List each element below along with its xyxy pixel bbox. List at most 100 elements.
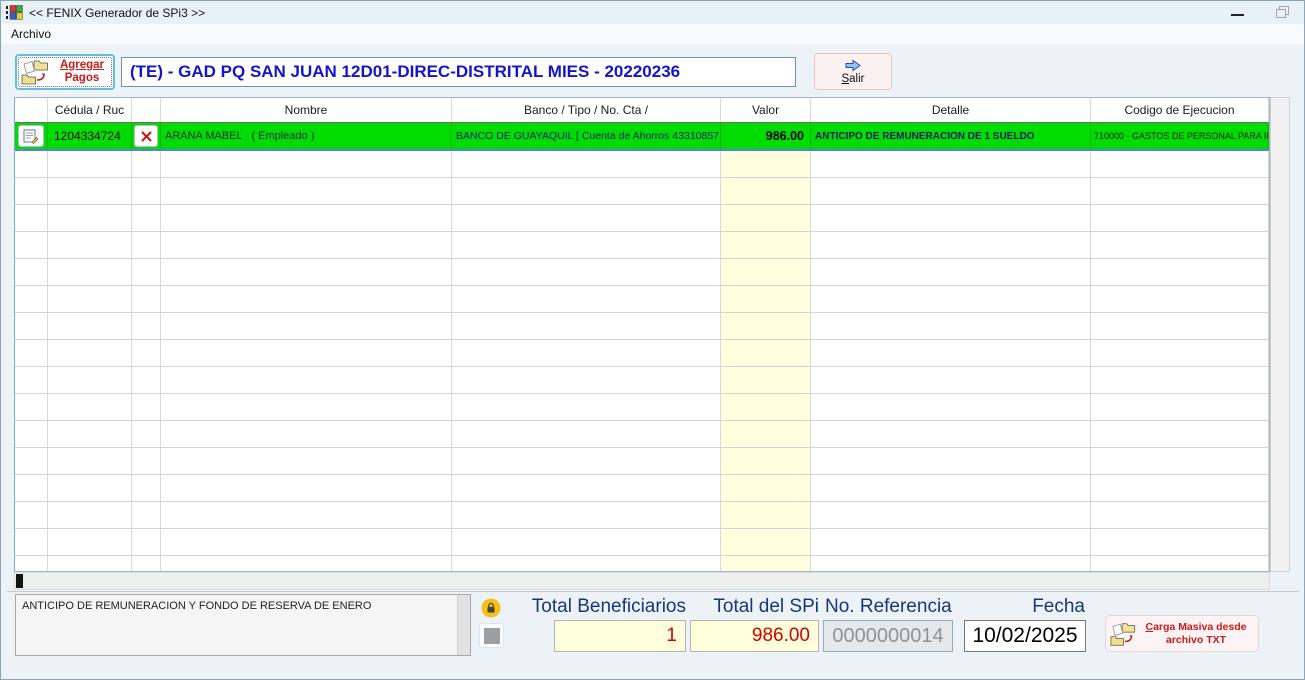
empty-cell xyxy=(15,205,48,231)
empty-cell xyxy=(48,151,132,177)
empty-cell xyxy=(132,394,161,420)
table-row-empty[interactable] xyxy=(15,421,1269,448)
horizontal-scrollbar-thumb[interactable] xyxy=(16,574,23,588)
restore-button[interactable] xyxy=(1272,4,1298,22)
salir-button[interactable]: Salir xyxy=(814,53,892,90)
empty-cell xyxy=(1091,556,1269,571)
table-row-empty[interactable] xyxy=(15,502,1269,529)
table-row-empty[interactable] xyxy=(15,313,1269,340)
table-row-empty[interactable] xyxy=(15,394,1269,421)
entity-field[interactable]: (TE) - GAD PQ SAN JUAN 12D01-DIREC-DISTR… xyxy=(121,57,796,87)
empty-cell xyxy=(1091,421,1269,447)
empty-cell xyxy=(132,286,161,312)
empty-cell xyxy=(452,259,721,285)
empty-cell xyxy=(15,529,48,555)
properties-icon xyxy=(23,129,39,144)
empty-cell xyxy=(811,340,1091,366)
empty-cell xyxy=(452,340,721,366)
empty-cell xyxy=(132,529,161,555)
empty-cell xyxy=(132,448,161,474)
carga-masiva-label: Carga Masiva desde archivo TXT xyxy=(1145,620,1247,646)
empty-cell xyxy=(452,475,721,501)
column-header-valor[interactable]: Valor xyxy=(721,98,811,122)
table-row[interactable]: 1204334724 ARANA MABEL ( Empleado ) BANC… xyxy=(15,123,1269,151)
column-header-nombre[interactable]: Nombre xyxy=(161,98,452,122)
table-row-empty[interactable] xyxy=(15,529,1269,556)
add-payments-folders-icon xyxy=(21,60,48,85)
empty-cell xyxy=(721,367,811,393)
empty-cell xyxy=(161,475,452,501)
table-row-empty[interactable] xyxy=(15,286,1269,313)
empty-cell xyxy=(452,556,721,571)
lock-icon xyxy=(481,598,501,618)
empty-cell xyxy=(811,178,1091,204)
empty-cell xyxy=(452,502,721,528)
column-header-delete xyxy=(132,98,161,122)
edit-row-button[interactable] xyxy=(18,125,44,147)
description-scrollbar[interactable] xyxy=(457,595,470,655)
bulk-load-folders-icon xyxy=(1110,622,1136,646)
minimize-button[interactable] xyxy=(1224,4,1250,22)
table-row-empty[interactable] xyxy=(15,475,1269,502)
empty-cell xyxy=(721,502,811,528)
empty-cell xyxy=(161,232,452,258)
column-header-cedula[interactable]: Cédula / Ruc xyxy=(48,98,132,122)
empty-cell xyxy=(452,421,721,447)
referencia-field: 0000000014 xyxy=(823,620,953,652)
delete-cell xyxy=(132,123,161,149)
title-bar: << FENIX Generador de SPi3 >> xyxy=(1,1,1304,24)
column-header-banco[interactable]: Banco / Tipo / No. Cta / xyxy=(452,98,721,122)
empty-cell xyxy=(452,232,721,258)
table-row-empty[interactable] xyxy=(15,367,1269,394)
empty-cell xyxy=(161,394,452,420)
column-header-edit xyxy=(15,98,48,122)
grid-horizontal-scrollbar[interactable] xyxy=(14,572,1270,590)
carga-masiva-button[interactable]: Carga Masiva desde archivo TXT xyxy=(1105,615,1259,652)
empty-cell xyxy=(161,259,452,285)
empty-cell xyxy=(1091,475,1269,501)
table-row-empty[interactable] xyxy=(15,259,1269,286)
empty-cell xyxy=(1091,340,1269,366)
table-row-empty[interactable] xyxy=(15,232,1269,259)
empty-cell xyxy=(811,448,1091,474)
empty-cell xyxy=(811,394,1091,420)
table-row-empty[interactable] xyxy=(15,205,1269,232)
empty-cell xyxy=(721,178,811,204)
empty-cell xyxy=(721,556,811,571)
window-title: << FENIX Generador de SPi3 >> xyxy=(29,5,206,20)
menu-item-archivo[interactable]: Archivo xyxy=(2,24,58,41)
table-row-empty[interactable] xyxy=(15,448,1269,475)
empty-cell xyxy=(811,313,1091,339)
grid-empty-rows xyxy=(15,151,1269,571)
empty-cell xyxy=(161,367,452,393)
empty-cell xyxy=(1091,286,1269,312)
total-beneficiarios-field: 1 xyxy=(554,620,686,652)
delete-row-button[interactable] xyxy=(134,125,158,147)
empty-cell xyxy=(721,448,811,474)
gray-square-button[interactable] xyxy=(479,623,504,648)
empty-cell xyxy=(811,556,1091,571)
empty-cell xyxy=(1091,394,1269,420)
lock-button[interactable] xyxy=(481,598,501,618)
column-header-detalle[interactable]: Detalle xyxy=(811,98,1091,122)
empty-cell xyxy=(721,421,811,447)
table-row-empty[interactable] xyxy=(15,340,1269,367)
empty-cell xyxy=(1091,529,1269,555)
empty-cell xyxy=(161,421,452,447)
table-row-empty[interactable] xyxy=(15,151,1269,178)
description-textarea[interactable]: ANTICIPO DE REMUNERACION Y FONDO DE RESE… xyxy=(15,594,471,656)
empty-cell xyxy=(15,313,48,339)
empty-cell xyxy=(15,448,48,474)
column-header-codigo[interactable]: Codigo de Ejecucion xyxy=(1091,98,1269,122)
empty-cell xyxy=(452,448,721,474)
empty-cell xyxy=(721,394,811,420)
agregar-pagos-button[interactable]: Agregar Pagos xyxy=(15,54,115,90)
table-row-empty[interactable] xyxy=(15,178,1269,205)
empty-cell xyxy=(1091,259,1269,285)
table-row-empty[interactable] xyxy=(15,556,1269,571)
fecha-field[interactable]: 10/02/2025 xyxy=(964,620,1086,652)
fecha-label: Fecha xyxy=(1032,596,1085,617)
valor-cell: 986.00 xyxy=(721,123,811,149)
grid-vertical-scrollbar[interactable] xyxy=(1270,97,1290,572)
empty-cell xyxy=(161,340,452,366)
